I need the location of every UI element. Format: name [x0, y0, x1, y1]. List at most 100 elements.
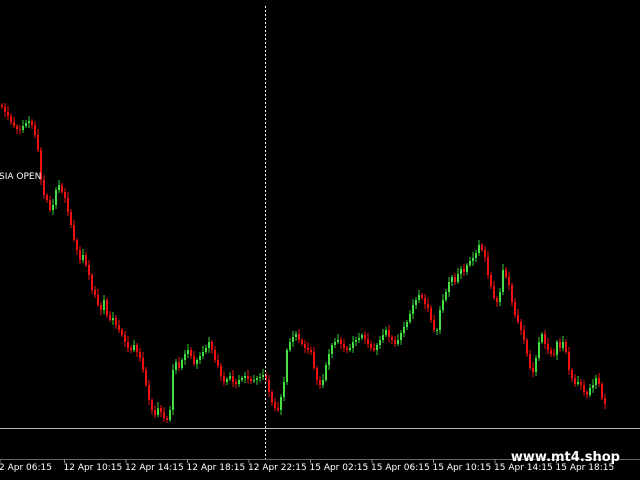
- candle-bull: [133, 345, 135, 350]
- candle-bear: [529, 354, 531, 368]
- candle-bull: [400, 333, 402, 340]
- candle-bear: [88, 265, 90, 275]
- candle-bear: [274, 402, 276, 408]
- candle-bull: [295, 334, 297, 337]
- candle-bear: [100, 305, 102, 310]
- candle-bear: [211, 342, 213, 350]
- candle-bear: [7, 112, 9, 116]
- candle-bull: [262, 375, 264, 377]
- candle-bull: [385, 330, 387, 335]
- candle-bear: [508, 277, 510, 285]
- time-axis-label: 2 Apr 06:15: [0, 463, 52, 473]
- candle-bear: [223, 376, 225, 382]
- candle-bear: [121, 330, 123, 335]
- candle-bull: [451, 277, 453, 282]
- candle-bull: [409, 314, 411, 322]
- candle-bull: [259, 377, 261, 378]
- candle-bear: [574, 378, 576, 384]
- candle-bull: [25, 123, 27, 126]
- candle-bull: [283, 382, 285, 397]
- candle-bull: [28, 121, 30, 123]
- candle-bear: [79, 250, 81, 260]
- watermark: www.mt4.shop: [511, 450, 620, 465]
- candle-bear: [427, 304, 429, 308]
- candle-bull: [82, 255, 84, 260]
- candle-bull: [478, 245, 480, 253]
- candle-bear: [67, 198, 69, 212]
- candle-bull: [226, 379, 228, 382]
- candle-bear: [553, 354, 555, 355]
- candle-bull: [244, 376, 246, 378]
- candle-bear: [532, 368, 534, 372]
- candle-bull: [436, 330, 438, 331]
- candle-bull: [52, 205, 54, 210]
- candle-bear: [4, 107, 6, 112]
- candle-bear: [484, 250, 486, 257]
- candle-bear: [454, 277, 456, 282]
- candle-bear: [217, 360, 219, 366]
- candle-bull: [325, 365, 327, 380]
- candle-bear: [64, 192, 66, 198]
- candle-bull: [280, 397, 282, 410]
- chart-background: [0, 0, 640, 480]
- candle-bear: [496, 298, 498, 302]
- candle-bear: [49, 200, 51, 210]
- candle-bear: [526, 340, 528, 354]
- time-axis-label: 12 Apr 18:15: [187, 463, 246, 473]
- candle-bear: [424, 298, 426, 304]
- candle-bear: [421, 295, 423, 298]
- candle-bull: [382, 335, 384, 340]
- candle-bear: [493, 286, 495, 298]
- candle-bear: [235, 382, 237, 384]
- candle-bull: [112, 318, 114, 320]
- candle-bear: [433, 320, 435, 330]
- candle-bear: [115, 318, 117, 325]
- candle-bear: [571, 370, 573, 378]
- candle-bear: [148, 385, 150, 400]
- candle-bear: [232, 376, 234, 382]
- candle-bull: [577, 382, 579, 384]
- candle-bear: [31, 121, 33, 125]
- candle-bear: [364, 335, 366, 339]
- candle-bull: [331, 345, 333, 354]
- candle-bull: [187, 350, 189, 354]
- time-axis-label: 15 Apr 10:15: [433, 463, 492, 473]
- candle-bear: [313, 352, 315, 368]
- candle-bull: [55, 190, 57, 205]
- candle-bear: [316, 368, 318, 380]
- candle-bear: [370, 344, 372, 348]
- candle-bull: [541, 334, 543, 342]
- candle-bull: [238, 380, 240, 384]
- candle-bear: [127, 342, 129, 348]
- candle-bear: [523, 330, 525, 340]
- candle-bull: [469, 261, 471, 265]
- candle-bear: [142, 358, 144, 370]
- candle-bull: [418, 295, 420, 300]
- candle-bull: [535, 358, 537, 372]
- candle-bull: [205, 348, 207, 352]
- candle-bull: [22, 126, 24, 130]
- candle-bull: [412, 305, 414, 314]
- candle-bull: [379, 340, 381, 345]
- candle-bear: [298, 334, 300, 340]
- candle-bear: [319, 380, 321, 385]
- candle-bull: [448, 282, 450, 292]
- candle-bear: [43, 180, 45, 195]
- candle-bear: [583, 385, 585, 392]
- time-axis-label: 12 Apr 10:15: [64, 463, 123, 473]
- candle-bear: [307, 348, 309, 350]
- candle-bear: [16, 126, 18, 129]
- candle-bear: [505, 270, 507, 277]
- candle-bull: [592, 385, 594, 388]
- candle-bull: [196, 360, 198, 364]
- candle-bear: [34, 125, 36, 135]
- candle-bear: [145, 370, 147, 385]
- candle-bear: [277, 408, 279, 410]
- candle-bull: [499, 292, 501, 302]
- candle-bear: [76, 240, 78, 250]
- candle-bull: [442, 300, 444, 310]
- candle-bull: [403, 327, 405, 333]
- price-chart[interactable]: SIA OPEN 2 Apr 06:15 12 Apr 10:15 12 Apr 1…: [0, 0, 640, 480]
- time-axis-label: 12 Apr 22:15: [248, 463, 307, 473]
- candle-bear: [547, 344, 549, 350]
